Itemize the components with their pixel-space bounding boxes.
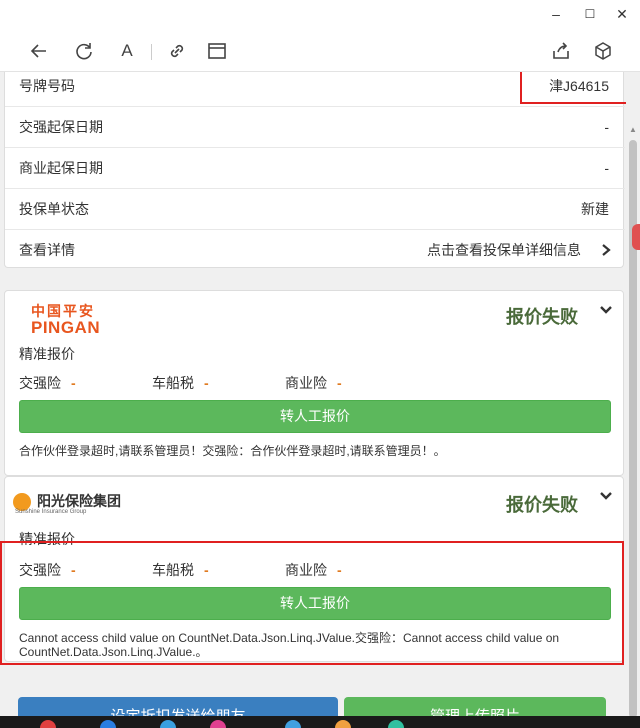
taskbar-app-icon[interactable] (285, 720, 301, 728)
quote-status: 报价失败 (506, 307, 578, 328)
precise-quote-label: 精准报价 (19, 346, 75, 362)
maximize-button[interactable]: ☐ (580, 4, 600, 24)
link-icon[interactable] (166, 40, 188, 62)
taskbar-app-icon[interactable] (210, 720, 226, 728)
policy-status-label: 投保单状态 (19, 201, 89, 217)
pingan-logo-en: PINGAN (31, 318, 101, 337)
coverage-label: 车船税 (152, 375, 194, 391)
refresh-icon[interactable] (73, 40, 95, 62)
manual-quote-button[interactable]: 转人工报价 (19, 400, 611, 433)
side-feedback-tab[interactable] (632, 224, 640, 250)
quote-status: 报价失败 (506, 495, 578, 516)
window-icon[interactable] (206, 40, 228, 62)
title-bar: – ☐ ✕ (0, 0, 640, 28)
sunshine-logo-en: Sunshine Insurance Group (15, 509, 87, 515)
pingan-logo-cn: 中国平安 (31, 303, 95, 319)
back-icon[interactable] (28, 40, 50, 62)
close-button[interactable]: ✕ (612, 4, 632, 24)
chevron-down-icon[interactable] (599, 303, 613, 317)
chevron-down-icon[interactable] (599, 489, 613, 503)
coverage-commercial: 商业险 - (285, 373, 342, 393)
cube-icon[interactable] (592, 40, 614, 62)
coverage-label: 交强险 (19, 375, 61, 391)
view-details-label: 查看详情 (19, 242, 75, 258)
coverage-vehicle-tax: 车船税 - (152, 373, 209, 393)
taskbar-app-icon[interactable] (100, 720, 116, 728)
font-icon[interactable]: A (116, 40, 138, 62)
highlight-box-plate (520, 72, 626, 104)
share-icon[interactable] (550, 40, 572, 62)
quote-error-message: 合作伙伴登录超时,请联系管理员！交强险：合作伙伴登录超时,请联系管理员！。 (19, 444, 446, 458)
row-commercial-start: 商业起保日期 - (5, 148, 625, 189)
coverage-compulsory: 交强险 - (19, 373, 76, 393)
taskbar-app-icon[interactable] (40, 720, 56, 728)
taskbar-app-icon[interactable] (388, 720, 404, 728)
commercial-start-label: 商业起保日期 (19, 160, 103, 176)
plate-number-label: 号牌号码 (19, 78, 75, 94)
os-taskbar (0, 716, 640, 728)
insurer-card-pingan: 中国平安 PINGAN 报价失败 精准报价 交强险 - 车船税 - 商业险 - 转人工… (4, 290, 624, 476)
page-content: 号牌号码 津J64615 交强起保日期 - 商业起保日期 - 投保单状态 新建 … (0, 72, 626, 728)
scroll-up-icon[interactable]: ▲ (629, 126, 637, 134)
compulsory-start-value: - (604, 119, 609, 135)
sunshine-logo: 阳光保险集团 Sunshine Insurance Group (13, 491, 133, 521)
pingan-logo: 中国平安 PINGAN (31, 303, 121, 337)
highlight-box-error (0, 541, 624, 665)
coverage-value: - (204, 375, 209, 391)
minimize-button[interactable]: – (546, 4, 566, 24)
chevron-right-icon[interactable] (599, 243, 613, 257)
policy-status-value: 新建 (581, 201, 609, 217)
row-policy-status: 投保单状态 新建 (5, 189, 625, 230)
coverage-value: - (337, 375, 342, 391)
toolbar-separator (151, 44, 152, 60)
coverage-label: 商业险 (285, 375, 327, 391)
compulsory-start-label: 交强起保日期 (19, 119, 103, 135)
commercial-start-value: - (604, 160, 609, 176)
coverage-value: - (71, 375, 76, 391)
browser-toolbar: A (0, 28, 640, 72)
sunshine-logo-cn: 阳光保险集团 (37, 493, 121, 509)
view-details-link[interactable]: 点击查看投保单详细信息 (427, 230, 581, 271)
taskbar-app-icon[interactable] (160, 720, 176, 728)
row-compulsory-start: 交强起保日期 - (5, 107, 625, 148)
taskbar-app-icon[interactable] (335, 720, 351, 728)
row-view-details[interactable]: 查看详情 点击查看投保单详细信息 (5, 230, 625, 271)
vertical-scrollbar[interactable]: ▲ (626, 72, 640, 728)
